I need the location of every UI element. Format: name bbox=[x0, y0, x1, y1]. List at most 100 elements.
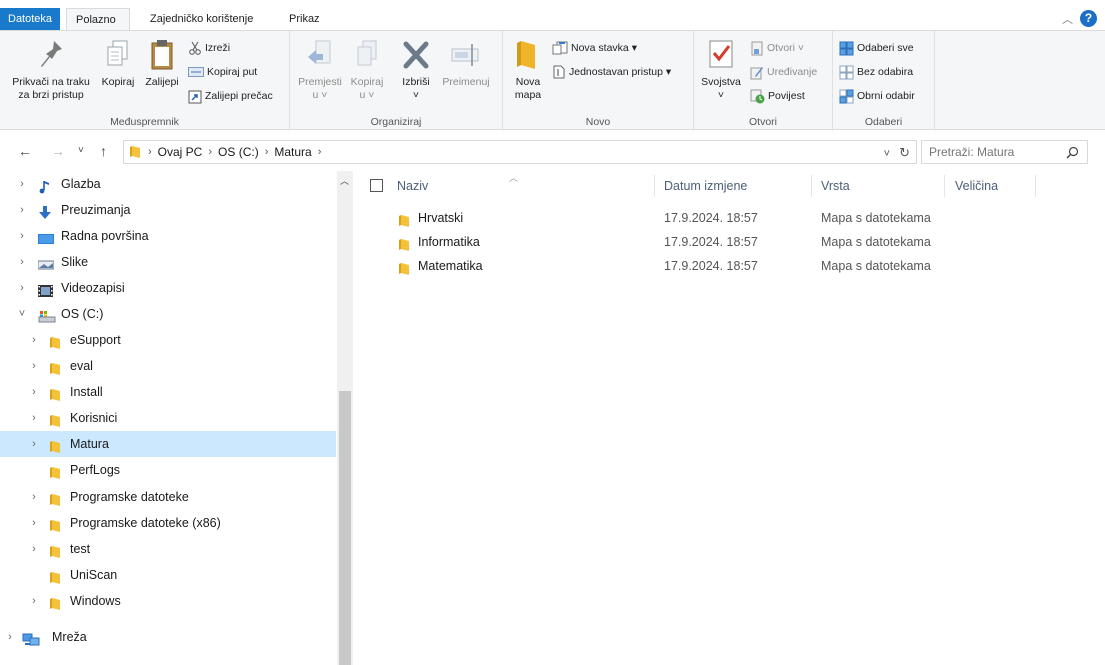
collapse-chevron-icon[interactable]: ˅ bbox=[16, 301, 28, 327]
expand-chevron-icon[interactable]: › bbox=[28, 536, 40, 562]
nav-item-label: Programske datoteke (x86) bbox=[70, 516, 221, 530]
breadcrumb-separator-icon[interactable]: › bbox=[208, 146, 212, 158]
expand-chevron-icon[interactable]: › bbox=[16, 275, 28, 301]
rename-button[interactable]: Preimenuj bbox=[438, 37, 494, 89]
delete-button[interactable]: Izbriši ˅ bbox=[396, 37, 436, 102]
expand-chevron-icon[interactable]: › bbox=[16, 171, 28, 197]
easy-access-button[interactable]: Jednostavan pristup ▾ bbox=[552, 63, 671, 81]
tab-view[interactable]: Prikaz bbox=[280, 8, 329, 30]
expand-chevron-icon[interactable]: › bbox=[28, 588, 40, 614]
table-row[interactable]: Matematika 17.9.2024. 18:57 Mapa s datotek… bbox=[354, 254, 1105, 278]
nav-item[interactable]: › eval bbox=[0, 353, 336, 379]
properties-button[interactable]: Svojstva ˅ bbox=[698, 37, 744, 102]
invert-selection-button[interactable]: Obrni odabir bbox=[839, 87, 915, 105]
table-row[interactable]: Hrvatski 17.9.2024. 18:57 Mapa s datotekam… bbox=[354, 206, 1105, 230]
tab-file[interactable]: Datoteka bbox=[0, 8, 61, 30]
search-input[interactable] bbox=[922, 141, 1052, 163]
paste-shortcut-button[interactable]: Zalijepi prečac bbox=[188, 87, 273, 105]
expand-chevron-icon[interactable]: › bbox=[16, 197, 28, 223]
breadcrumb-this-pc[interactable]: Ovaj PC bbox=[158, 145, 203, 159]
search-icon[interactable] bbox=[1066, 146, 1079, 159]
nav-item-label: Windows bbox=[70, 594, 121, 608]
edit-button[interactable]: Uređivanje bbox=[750, 63, 817, 81]
up-arrow-icon[interactable]: ↑ bbox=[100, 143, 107, 159]
breadcrumb-os-c[interactable]: OS (C:) bbox=[218, 145, 259, 159]
expand-chevron-icon[interactable]: › bbox=[28, 405, 40, 431]
tab-share[interactable]: Zajedničko korištenje bbox=[141, 8, 262, 30]
nav-item[interactable]: › Radna površina bbox=[0, 223, 336, 249]
nav-item[interactable]: › Mreža bbox=[0, 624, 336, 650]
breadcrumb-separator-icon[interactable]: › bbox=[265, 146, 269, 158]
nav-item[interactable]: › Slike bbox=[0, 249, 336, 275]
column-header-size[interactable]: Veličina bbox=[955, 171, 998, 201]
column-divider[interactable] bbox=[1035, 175, 1036, 197]
nav-item-label: eval bbox=[70, 359, 93, 373]
nav-item[interactable]: UniScan bbox=[0, 562, 336, 588]
download-icon bbox=[39, 206, 51, 219]
nav-item[interactable]: › Videozapisi bbox=[0, 275, 336, 301]
expand-chevron-icon[interactable]: › bbox=[16, 223, 28, 249]
collapse-ribbon-icon[interactable]: ︿ bbox=[1062, 11, 1073, 27]
nav-item[interactable]: › Programske datoteke (x86) bbox=[0, 510, 336, 536]
forward-arrow-icon[interactable]: → bbox=[51, 143, 65, 159]
breadcrumb-matura[interactable]: Matura bbox=[274, 145, 311, 159]
file-name: Matematika bbox=[418, 259, 483, 273]
select-all-checkbox[interactable] bbox=[370, 179, 383, 192]
edit-label: Uređivanje bbox=[767, 66, 818, 78]
sort-up-icon: ︿ bbox=[509, 173, 519, 183]
copy-to-button[interactable]: Kopiraj u ˅ bbox=[346, 37, 388, 102]
column-header-name[interactable]: Naziv bbox=[397, 171, 428, 201]
history-button[interactable]: Povijest bbox=[750, 87, 805, 105]
nav-item[interactable]: › Programske datoteke bbox=[0, 484, 336, 510]
pin-quick-access-button[interactable]: Prikvači na traku za brzi pristup bbox=[6, 37, 96, 102]
expand-chevron-icon[interactable]: › bbox=[28, 510, 40, 536]
expand-chevron-icon[interactable]: › bbox=[16, 249, 28, 275]
table-row[interactable]: Informatika 17.9.2024. 18:57 Mapa s datote… bbox=[354, 230, 1105, 254]
nav-item[interactable]: › eSupport bbox=[0, 327, 336, 353]
nav-item[interactable]: › Preuzimanja bbox=[0, 197, 336, 223]
nav-item[interactable]: PerfLogs bbox=[0, 457, 336, 483]
copy-path-button[interactable]: Kopiraj put bbox=[188, 63, 257, 81]
open-button[interactable]: Otvori ˅ bbox=[750, 39, 804, 57]
new-item-button[interactable]: Nova stavka ▾ bbox=[552, 39, 637, 57]
column-divider[interactable] bbox=[654, 175, 655, 197]
expand-chevron-icon[interactable]: › bbox=[28, 484, 40, 510]
file-type: Mapa s datotekama bbox=[821, 211, 931, 225]
cut-button[interactable]: Izreži bbox=[188, 39, 230, 57]
column-divider[interactable] bbox=[811, 175, 812, 197]
scroll-up-arrow-icon[interactable]: ︿ bbox=[340, 174, 349, 187]
address-bar[interactable]: › Ovaj PC › OS (C:) › Matura › ˅ ↻ bbox=[123, 140, 917, 164]
column-header-type[interactable]: Vrsta bbox=[821, 171, 850, 201]
select-all-button[interactable]: Odaberi sve bbox=[839, 39, 914, 57]
scrollbar-thumb[interactable] bbox=[339, 391, 351, 665]
expand-chevron-icon[interactable]: › bbox=[4, 624, 16, 650]
tab-home[interactable]: Polazno bbox=[66, 8, 130, 30]
column-header-date[interactable]: Datum izmjene bbox=[664, 171, 747, 201]
column-divider[interactable] bbox=[944, 175, 945, 197]
back-arrow-icon[interactable]: ← bbox=[18, 143, 32, 159]
expand-chevron-icon[interactable]: › bbox=[28, 379, 40, 405]
move-to-button[interactable]: Premjesti u ˅ bbox=[296, 37, 344, 102]
nav-item[interactable]: › Windows bbox=[0, 588, 336, 614]
breadcrumb-separator-icon[interactable]: › bbox=[318, 146, 322, 158]
nav-item[interactable]: › Matura bbox=[0, 431, 336, 457]
expand-chevron-icon[interactable]: › bbox=[28, 327, 40, 353]
recent-locations-chevron-icon[interactable]: ˅ bbox=[78, 145, 84, 156]
expand-chevron-icon[interactable]: › bbox=[28, 353, 40, 379]
help-icon[interactable]: ? bbox=[1080, 10, 1097, 27]
select-none-button[interactable]: Bez odabira bbox=[839, 63, 913, 81]
paste-button[interactable]: Zalijepi bbox=[140, 37, 184, 89]
search-box[interactable] bbox=[921, 140, 1088, 164]
nav-item[interactable]: › Korisnici bbox=[0, 405, 336, 431]
nav-item[interactable]: › Glazba bbox=[0, 171, 336, 197]
refresh-icon[interactable]: ↻ bbox=[899, 145, 910, 160]
breadcrumb-separator-icon[interactable]: › bbox=[148, 146, 152, 158]
expand-chevron-icon[interactable]: › bbox=[28, 431, 40, 457]
nav-item[interactable]: › test bbox=[0, 536, 336, 562]
new-folder-button[interactable]: Nova mapa bbox=[509, 37, 547, 102]
address-history-chevron-icon[interactable]: ˅ bbox=[884, 148, 890, 160]
copy-button[interactable]: Kopiraj bbox=[98, 37, 138, 89]
navigation-scrollbar[interactable]: ︿ bbox=[337, 171, 353, 665]
nav-item[interactable]: › Install bbox=[0, 379, 336, 405]
nav-item[interactable]: ˅ OS (C:) bbox=[0, 301, 336, 327]
